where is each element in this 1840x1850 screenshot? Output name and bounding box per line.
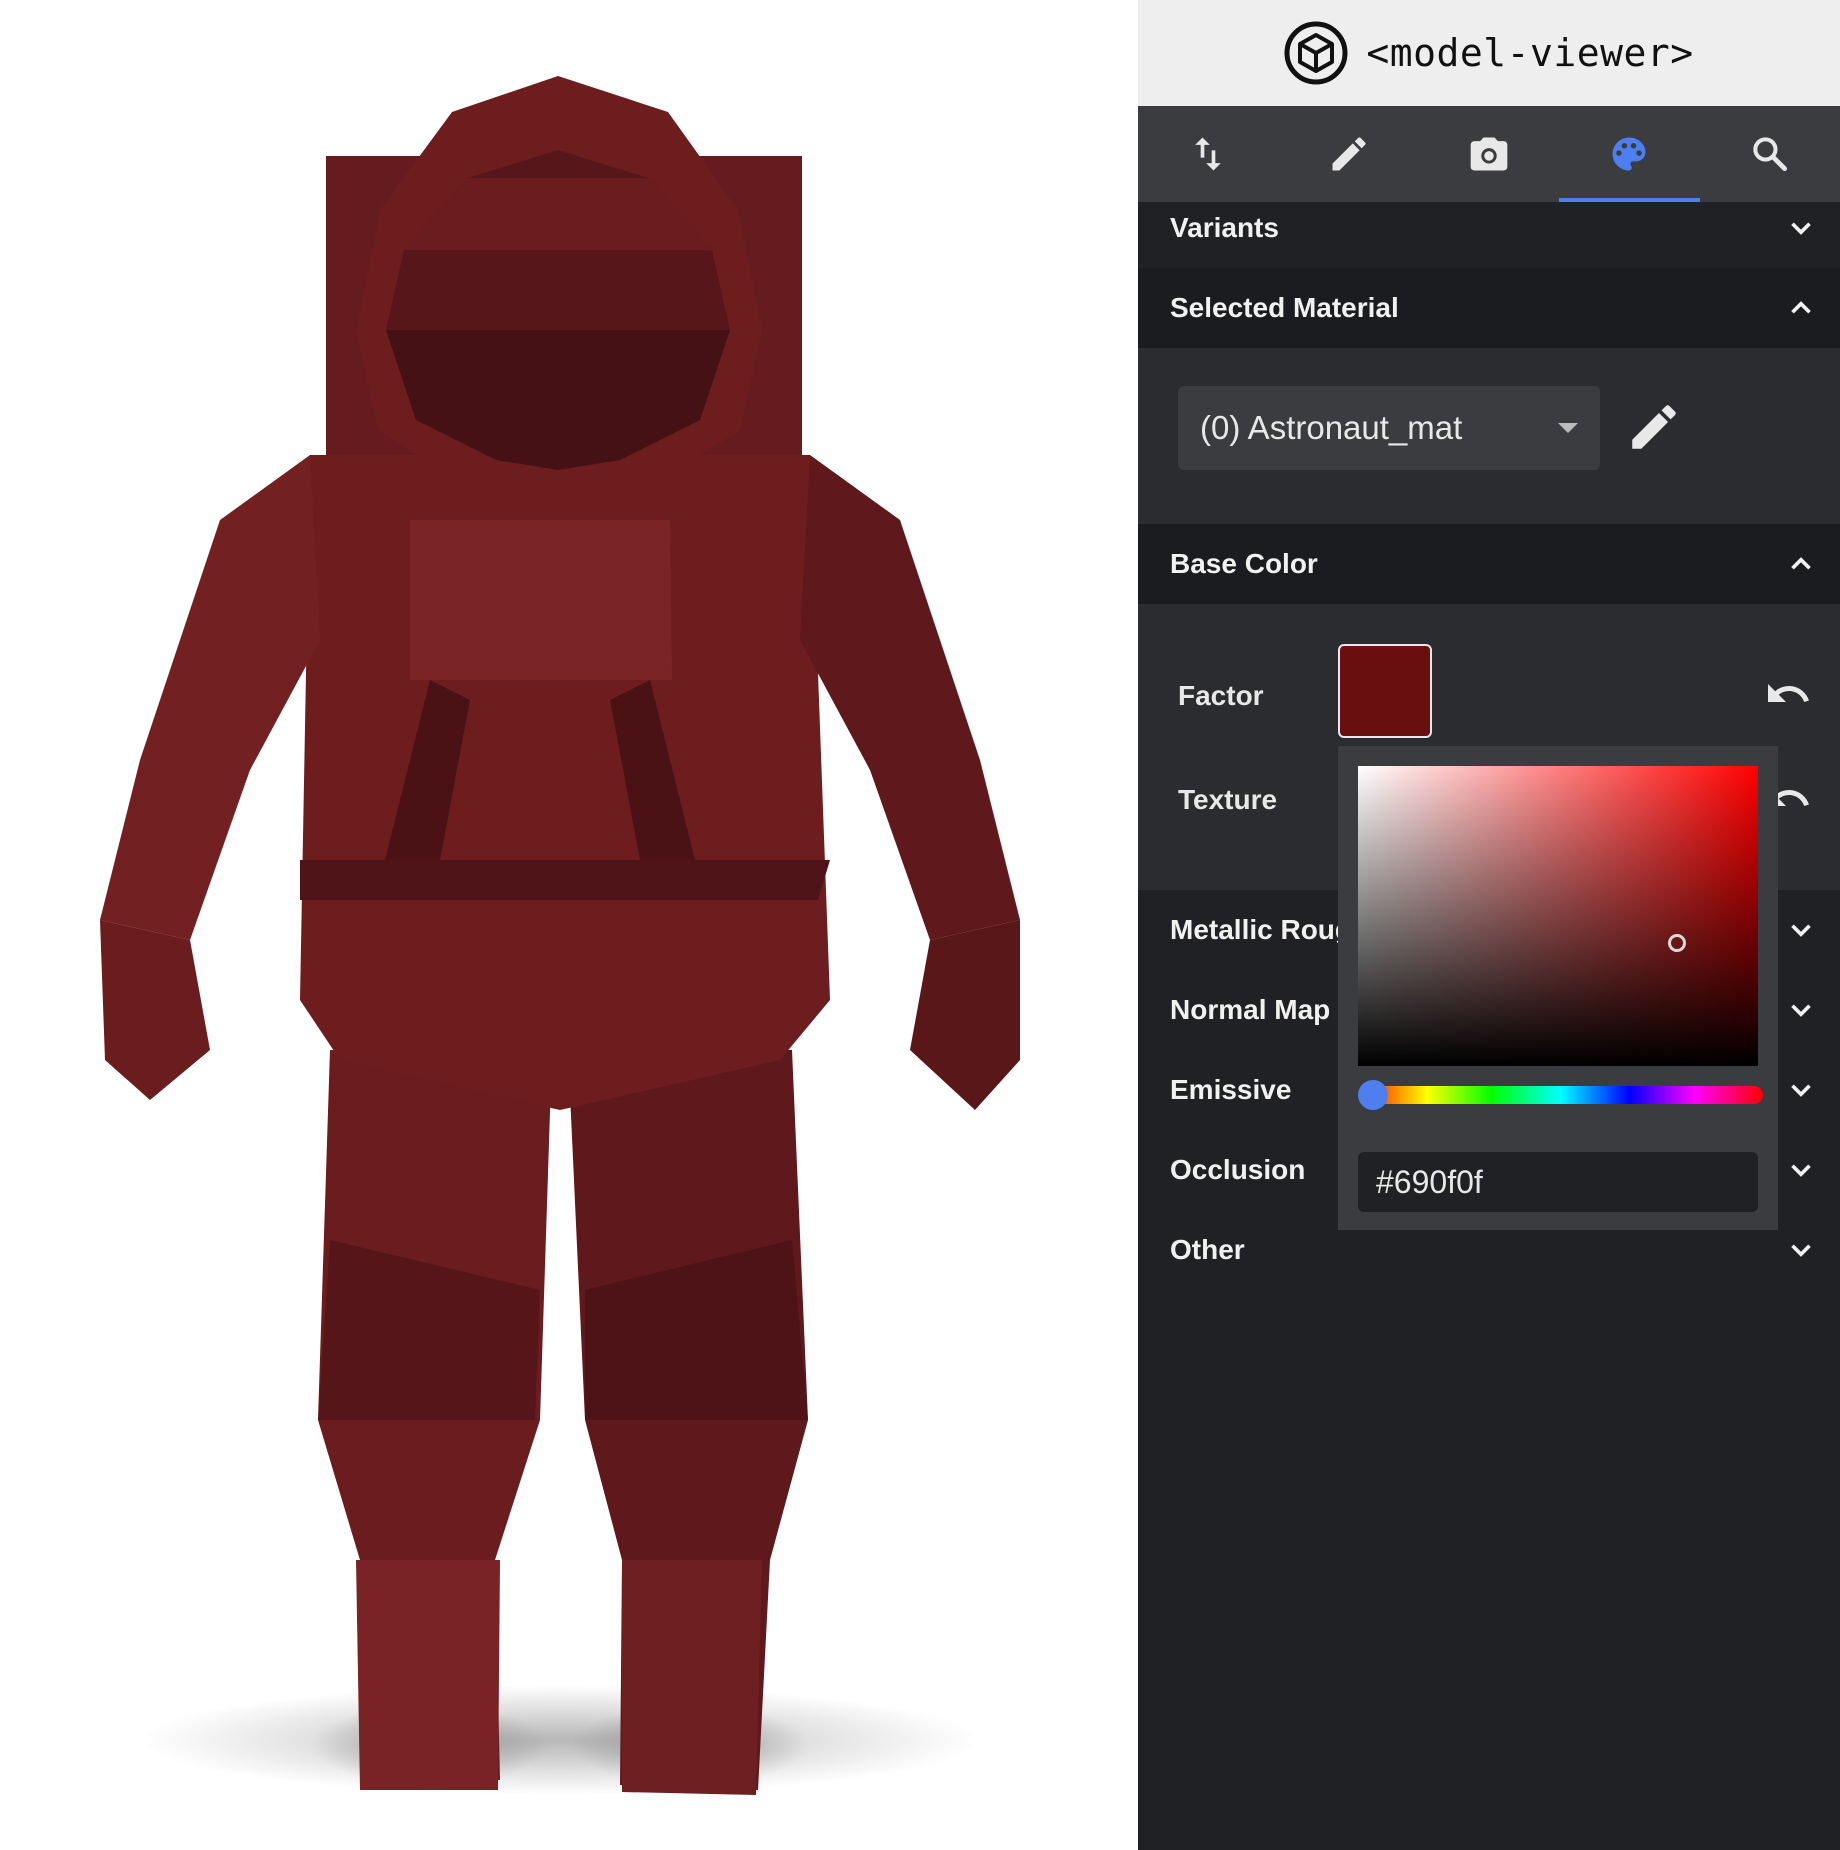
selected-material-panel: (0) Astronaut_mat <box>1138 348 1840 524</box>
texture-label: Texture <box>1178 784 1278 815</box>
hue-slider[interactable] <box>1358 1086 1763 1104</box>
pencil-icon <box>1332 137 1366 171</box>
model-viewport[interactable] <box>0 0 1138 1850</box>
color-picker-popup <box>1338 746 1778 1230</box>
section-variants-label: Variants <box>1170 212 1279 243</box>
chevron-down-icon <box>1791 1244 1811 1257</box>
chevron-down-icon <box>1791 924 1811 937</box>
chevron-down-icon <box>1791 222 1811 235</box>
section-selected-material[interactable]: Selected Material <box>1138 268 1840 348</box>
chevron-up-icon <box>1791 301 1811 314</box>
undo-icon[interactable] <box>1764 670 1812 718</box>
app-title: <model-viewer> <box>1366 31 1694 75</box>
dropdown-caret-icon <box>1558 423 1578 433</box>
section-normal-map-label: Normal Map <box>1170 994 1331 1025</box>
chevron-up-icon <box>1791 557 1811 570</box>
factor-label: Factor <box>1178 680 1264 711</box>
chevron-down-icon <box>1791 1164 1811 1177</box>
camera-icon <box>1470 137 1508 171</box>
app-header: <model-viewer> <box>1138 0 1840 106</box>
chevron-down-icon <box>1791 1004 1811 1017</box>
saturation-cursor[interactable] <box>1668 934 1686 952</box>
section-variants[interactable]: Variants <box>1138 188 1840 268</box>
section-occlusion-label: Occlusion <box>1170 1154 1306 1185</box>
base-color-swatch[interactable] <box>1338 644 1432 738</box>
material-select[interactable]: (0) Astronaut_mat <box>1178 386 1600 470</box>
section-other-label: Other <box>1170 1234 1245 1265</box>
material-select-value: (0) Astronaut_mat <box>1200 409 1463 446</box>
section-base-color-label: Base Color <box>1170 548 1318 579</box>
palette-icon <box>1612 137 1646 171</box>
section-base-color[interactable]: Base Color <box>1138 524 1840 604</box>
hue-slider-thumb[interactable] <box>1358 1080 1388 1110</box>
astronaut-model <box>100 76 1020 1795</box>
chevron-down-icon <box>1791 1084 1811 1097</box>
model-viewer-cube-logo <box>1284 21 1348 85</box>
edit-material-pencil-icon[interactable] <box>1625 398 1683 456</box>
search-icon <box>1753 137 1787 172</box>
section-selected-material-label: Selected Material <box>1170 292 1399 323</box>
section-emissive-label: Emissive <box>1170 1074 1292 1105</box>
saturation-value-area[interactable] <box>1358 766 1758 1066</box>
sort-arrows-icon <box>1195 137 1222 171</box>
hex-color-input[interactable] <box>1358 1152 1758 1212</box>
